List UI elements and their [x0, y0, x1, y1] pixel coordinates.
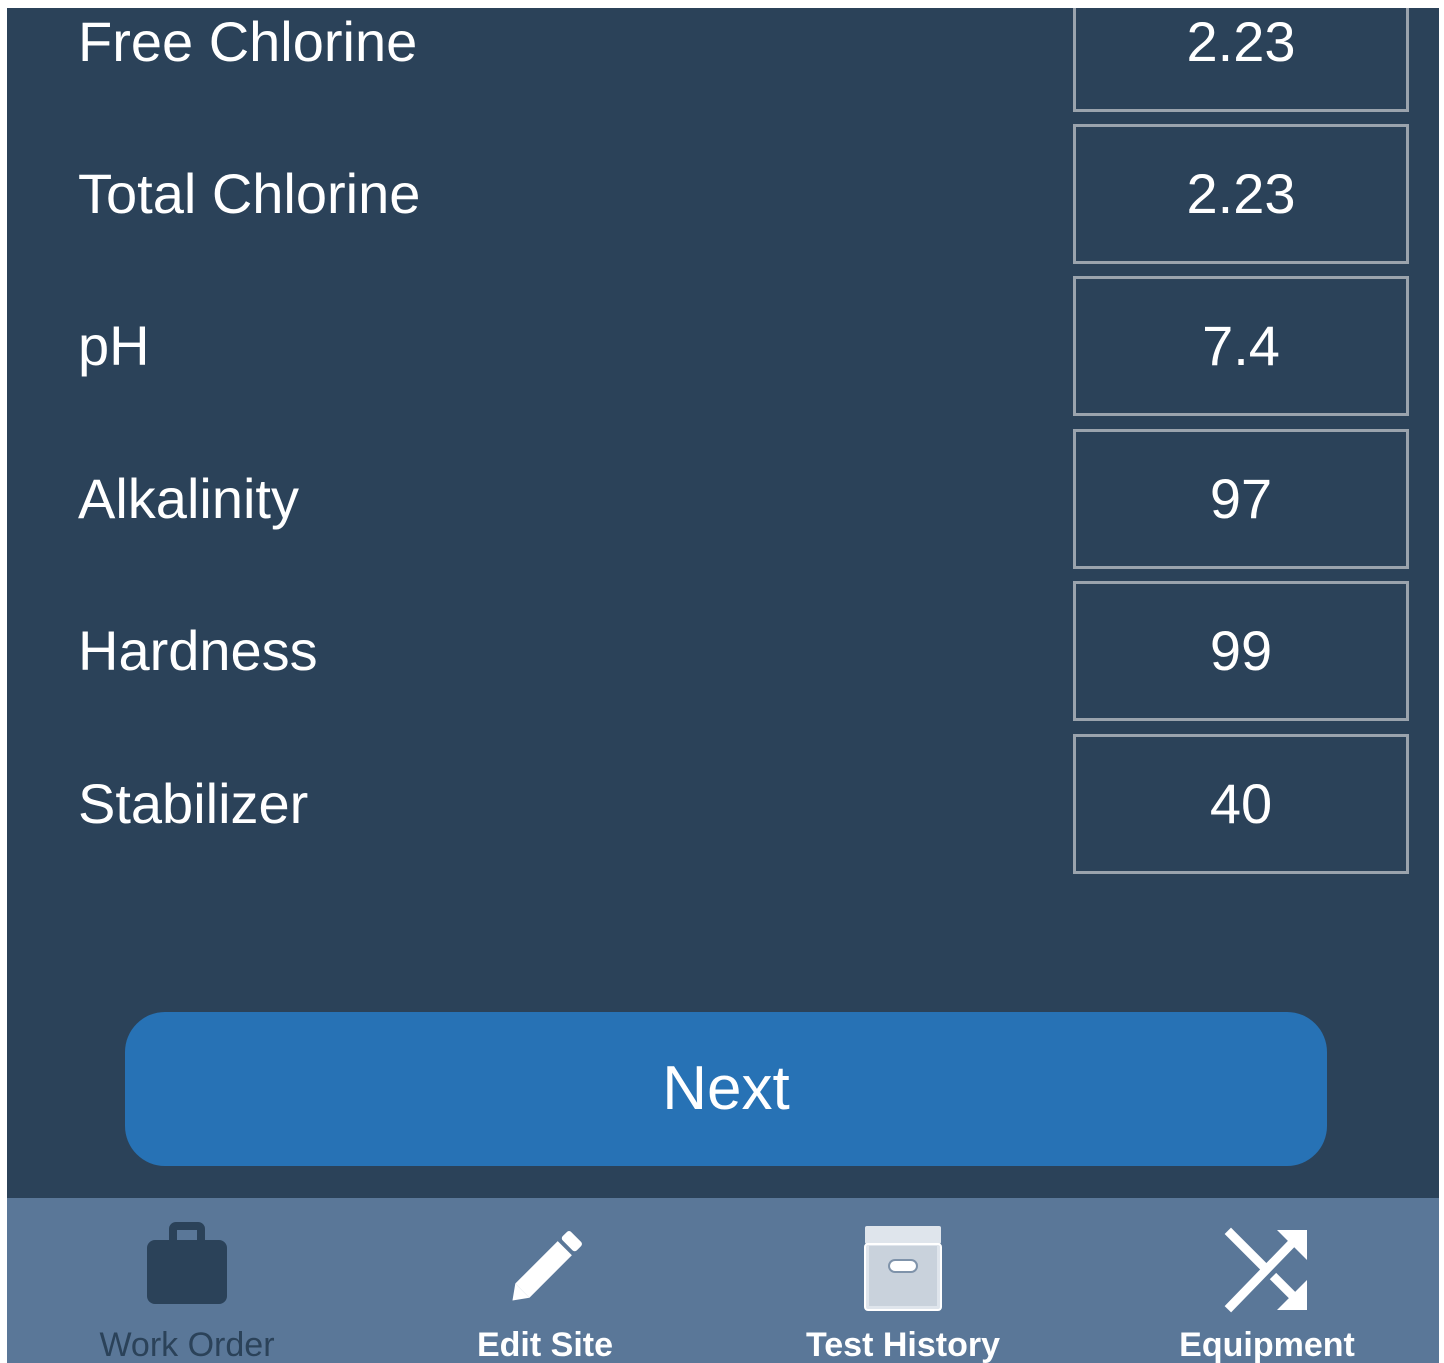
reading-label: Alkalinity: [78, 467, 299, 530]
tab-equipment[interactable]: Equipment: [1167, 1198, 1367, 1363]
reading-label: Total Chlorine: [78, 162, 421, 225]
reading-row-alkalinity: Alkalinity 97: [7, 429, 1439, 569]
reading-row-hardness: Hardness 99: [7, 581, 1439, 721]
next-button[interactable]: Next: [125, 1012, 1327, 1166]
alkalinity-input[interactable]: 97: [1073, 429, 1409, 569]
reading-label: Free Chlorine: [78, 10, 418, 73]
free-chlorine-input[interactable]: 2.23: [1073, 8, 1409, 112]
total-chlorine-input[interactable]: 2.23: [1073, 124, 1409, 264]
reading-label: Stabilizer: [78, 772, 309, 835]
reading-label: Hardness: [78, 619, 318, 682]
tab-label: Work Order: [99, 1326, 275, 1363]
stabilizer-input[interactable]: 40: [1073, 734, 1409, 874]
reading-row-ph: pH 7.4: [7, 276, 1439, 416]
shuffle-icon: [1219, 1220, 1315, 1316]
pencil-icon: [497, 1220, 593, 1316]
reading-label: pH: [78, 314, 150, 377]
hardness-input[interactable]: 99: [1073, 581, 1409, 721]
ph-input[interactable]: 7.4: [1073, 276, 1409, 416]
tab-test-history[interactable]: Test History: [793, 1198, 1013, 1363]
water-test-screen: Free Chlorine 2.23 Total Chlorine 2.23 p…: [7, 8, 1439, 1363]
tab-work-order[interactable]: Work Order: [97, 1198, 277, 1363]
tab-bar: Work Order Edit Site Test History Equipm…: [7, 1198, 1439, 1363]
reading-row-stabilizer: Stabilizer 40: [7, 734, 1439, 874]
reading-row-free-chlorine: Free Chlorine 2.23: [7, 8, 1439, 112]
reading-row-total-chlorine: Total Chlorine 2.23: [7, 124, 1439, 264]
archive-box-icon: [855, 1220, 951, 1316]
tab-label: Test History: [806, 1326, 1000, 1363]
tab-edit-site[interactable]: Edit Site: [455, 1198, 635, 1363]
briefcase-icon: [139, 1220, 235, 1316]
tab-label: Equipment: [1179, 1326, 1355, 1363]
tab-label: Edit Site: [476, 1326, 614, 1363]
